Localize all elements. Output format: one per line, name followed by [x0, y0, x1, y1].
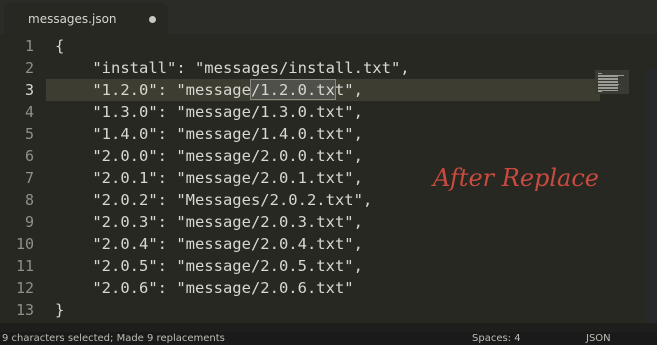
line-number: 3: [24, 81, 34, 99]
code-line: "2.0.2": "Messages/2.0.2.txt",: [55, 191, 373, 209]
code-line: "2.0.4": "message/2.0.4.txt",: [55, 235, 363, 253]
minimap[interactable]: [595, 70, 629, 94]
line-number: 1: [24, 37, 34, 55]
tab-bar: messages.json: [0, 0, 657, 34]
code-line: "1.2.0": "message/1.2.0.txt",: [55, 81, 363, 99]
syntax-selector[interactable]: JSON: [586, 332, 611, 345]
code-line: "2.0.3": "message/2.0.3.txt",: [55, 213, 363, 231]
status-bar: 9 characters selected; Made 9 replacemen…: [0, 332, 657, 345]
line-number: 9: [24, 213, 34, 231]
line-number: 2: [24, 59, 34, 77]
code-line: "2.0.0": "message/2.0.0.txt",: [55, 147, 363, 165]
line-number-gutter: 1 2 3 4 5 6 7 8 9 10 11 12 13: [0, 34, 46, 323]
unsaved-dot-icon[interactable]: [149, 16, 156, 23]
code-line: }: [55, 301, 65, 319]
code-line: "2.0.6": "message/2.0.6.txt": [55, 279, 354, 297]
line-number: 4: [24, 103, 34, 121]
code-line: "2.0.1": "message/2.0.1.txt",: [55, 169, 363, 187]
code-line: "2.0.5": "message/2.0.5.txt",: [55, 257, 363, 275]
tab-messages-json[interactable]: messages.json: [4, 3, 168, 34]
indentation-setting[interactable]: Spaces: 4: [472, 332, 521, 345]
vertical-scrollbar[interactable]: [645, 68, 657, 323]
line-number: 12: [15, 279, 34, 297]
annotation-text: After Replace: [433, 164, 600, 192]
status-message: 9 characters selected; Made 9 replacemen…: [2, 333, 225, 344]
minimap-line: [598, 91, 602, 92]
line-number: 10: [15, 235, 34, 253]
code-line: "install": "messages/install.txt",: [55, 59, 410, 77]
code-line: {: [55, 37, 65, 55]
code-line: "1.4.0": "message/1.4.0.txt",: [55, 125, 363, 143]
line-number: 5: [24, 125, 34, 143]
line-number: 6: [24, 147, 34, 165]
line-number: 7: [24, 169, 34, 187]
line-number: 11: [15, 257, 34, 275]
code-line: "1.3.0": "message/1.3.0.txt",: [55, 103, 363, 121]
tab-title: messages.json: [28, 12, 117, 26]
line-number: 8: [24, 191, 34, 209]
editor-pane[interactable]: 1 2 3 4 5 6 7 8 9 10 11 12 13 { "install": "messages…: [0, 34, 657, 323]
line-number: 13: [15, 301, 34, 319]
